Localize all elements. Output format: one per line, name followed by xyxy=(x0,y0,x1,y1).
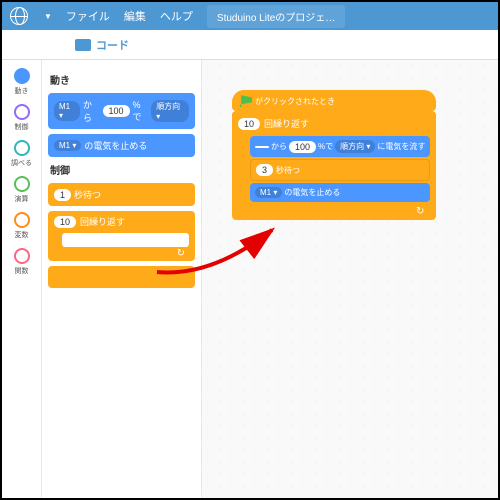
globe-icon[interactable] xyxy=(10,7,28,25)
project-title[interactable]: Studuino Liteのプロジェ… xyxy=(207,5,345,28)
code-icon xyxy=(75,39,91,51)
menu-help[interactable]: ヘルプ xyxy=(160,8,193,24)
palette-motion-title: 動き xyxy=(50,72,195,87)
category-variables[interactable]: 変数 xyxy=(14,212,30,240)
ws-motor-power-block[interactable]: から 100 %で 順方向 ▾ に電気を流す xyxy=(250,136,430,157)
dot-icon xyxy=(14,248,30,264)
category-operators[interactable]: 演算 xyxy=(14,176,30,204)
dot-icon xyxy=(14,212,30,228)
green-flag-icon xyxy=(240,95,252,107)
block-loop-partial[interactable] xyxy=(48,266,195,288)
block-wait[interactable]: 1 秒待つ xyxy=(48,183,195,206)
tab-code-label: コード xyxy=(96,37,129,53)
ws-wait-block[interactable]: 3 秒待つ xyxy=(250,159,430,181)
category-sensing[interactable]: 調べる xyxy=(11,140,32,168)
category-motion[interactable]: 動き xyxy=(14,68,30,96)
menu-file[interactable]: ファイル xyxy=(66,8,110,24)
ws-repeat-block[interactable]: 10 回繰り返す から 100 %で 順方向 ▾ に電気を流す 3 秒待つ xyxy=(232,111,436,220)
dot-icon xyxy=(14,176,30,192)
script-stack[interactable]: がクリックされたとき 10 回繰り返す から 100 %で 順方向 ▾ に電気を… xyxy=(232,90,436,220)
main-area: 動き 制御 調べる 演算 変数 関数 動き M1 ▾ から 100 %で 順方向… xyxy=(2,60,498,498)
dot-icon xyxy=(14,104,30,120)
workspace[interactable]: がクリックされたとき 10 回繰り返す から 100 %で 順方向 ▾ に電気を… xyxy=(202,60,498,498)
tab-row: コード xyxy=(2,30,498,60)
hat-block-when-clicked[interactable]: がクリックされたとき xyxy=(232,90,436,111)
palette-control-title: 制御 xyxy=(50,162,195,177)
block-palette: 動き M1 ▾ から 100 %で 順方向 ▾ M1 ▾ の電気を止める 制御 … xyxy=(42,60,202,498)
ws-motor-stop-block[interactable]: M1 ▾ の電気を止める xyxy=(250,183,430,202)
category-functions[interactable]: 関数 xyxy=(14,248,30,276)
category-list: 動き 制御 調べる 演算 変数 関数 xyxy=(2,60,42,498)
block-motor-power[interactable]: M1 ▾ から 100 %で 順方向 ▾ xyxy=(48,93,195,129)
repeat-body: から 100 %で 順方向 ▾ に電気を流す 3 秒待つ M1 ▾ の電気を止め… xyxy=(248,132,430,206)
menubar: ▼ ファイル 編集 ヘルプ Studuino Liteのプロジェ… xyxy=(2,2,498,30)
chevron-down-icon: ▼ xyxy=(44,12,52,21)
dot-icon xyxy=(14,140,30,156)
dot-icon xyxy=(14,68,30,84)
block-repeat[interactable]: 10 回繰り返す ↻ xyxy=(48,211,195,261)
category-control[interactable]: 制御 xyxy=(14,104,30,132)
tab-code[interactable]: コード xyxy=(2,37,202,53)
c-mouth xyxy=(62,233,189,247)
menu-edit[interactable]: 編集 xyxy=(124,8,146,24)
loop-arrow-icon: ↻ xyxy=(177,248,185,259)
block-motor-stop[interactable]: M1 ▾ の電気を止める xyxy=(48,134,195,157)
loop-arrow-icon: ↻ xyxy=(416,206,424,217)
